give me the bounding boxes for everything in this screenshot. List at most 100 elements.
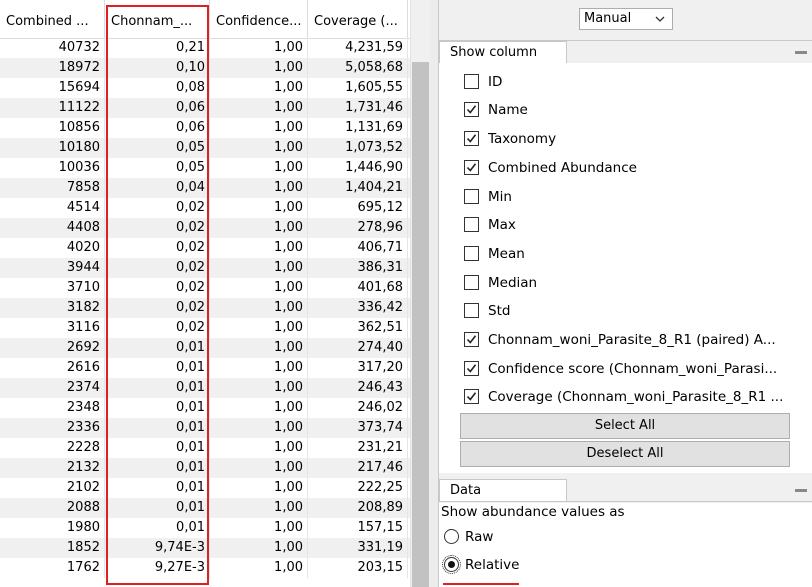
table-row[interactable]: 2692 0,01 1,00 274,40 xyxy=(0,338,410,358)
table-row[interactable]: 1980 0,01 1,00 157,15 xyxy=(0,518,410,538)
table-row[interactable]: 40732 0,21 1,00 4,231,59 xyxy=(0,38,410,58)
table-row[interactable]: 2102 0,01 1,00 222,25 xyxy=(0,478,410,498)
column-option-label: Taxonomy xyxy=(488,131,557,147)
table-row[interactable]: 2616 0,01 1,00 317,20 xyxy=(0,358,410,378)
table-row[interactable]: 7858 0,04 1,00 1,404,21 xyxy=(0,178,410,198)
table-row[interactable]: 2348 0,01 1,00 246,02 xyxy=(0,398,410,418)
checkbox[interactable] xyxy=(464,332,479,347)
cell-confidence: 1,00 xyxy=(210,278,308,298)
cell-chonnam: 0,02 xyxy=(105,198,210,218)
cell-coverage: 4,231,59 xyxy=(308,38,408,58)
column-header-coverage[interactable]: Coverage (... xyxy=(308,0,408,38)
cell-combined: 7858 xyxy=(0,178,105,198)
cell-combined: 40732 xyxy=(0,38,105,58)
table-row[interactable]: 3944 0,02 1,00 386,31 xyxy=(0,258,410,278)
mode-select[interactable]: Manual xyxy=(579,8,673,30)
focus-ring xyxy=(442,555,461,574)
checkbox[interactable] xyxy=(464,217,479,232)
select-all-button[interactable]: Select All xyxy=(460,413,790,439)
table-row[interactable]: 10036 0,05 1,00 1,446,90 xyxy=(0,158,410,178)
checkbox[interactable] xyxy=(464,246,479,261)
column-header-combined[interactable]: Combined ... xyxy=(0,0,105,38)
cell-chonnam: 9,27E-3 xyxy=(105,558,210,578)
cell-confidence: 1,00 xyxy=(210,398,308,418)
cell-chonnam: 0,05 xyxy=(105,158,210,178)
table-row[interactable]: 1852 9,74E-3 1,00 331,19 xyxy=(0,538,410,558)
table-row[interactable]: 10180 0,05 1,00 1,073,52 xyxy=(0,138,410,158)
checkbox[interactable] xyxy=(464,160,479,175)
radio-relative[interactable] xyxy=(442,554,461,576)
tab-show-column[interactable]: Show column xyxy=(439,41,567,63)
checkbox[interactable] xyxy=(464,275,479,290)
checkbox[interactable] xyxy=(464,189,479,204)
radio-relative-label[interactable]: Relative xyxy=(465,554,519,576)
table-row[interactable]: 2374 0,01 1,00 246,43 xyxy=(0,378,410,398)
collapse-icon[interactable] xyxy=(795,51,807,54)
checkmark-icon xyxy=(466,134,477,143)
cell-coverage: 331,19 xyxy=(308,538,408,558)
cell-chonnam: 0,06 xyxy=(105,98,210,118)
cell-confidence: 1,00 xyxy=(210,478,308,498)
radio-raw-circle[interactable] xyxy=(444,529,459,544)
cell-combined: 1980 xyxy=(0,518,105,538)
tab-data[interactable]: Data xyxy=(439,479,567,501)
column-header-confidence[interactable]: Confidence... xyxy=(210,0,308,38)
vertical-scrollbar[interactable] xyxy=(410,0,431,587)
cell-coverage: 157,15 xyxy=(308,518,408,538)
cell-coverage: 401,68 xyxy=(308,278,408,298)
radio-raw-label[interactable]: Raw xyxy=(465,526,493,548)
top-toolbar: Manual xyxy=(439,0,812,41)
table-row[interactable]: 2132 0,01 1,00 217,46 xyxy=(0,458,410,478)
cell-confidence: 1,00 xyxy=(210,58,308,78)
cell-confidence: 1,00 xyxy=(210,158,308,178)
column-option-label: Median xyxy=(488,275,538,291)
checkbox[interactable] xyxy=(464,131,479,146)
radio-raw[interactable] xyxy=(444,526,461,548)
column-header-chonnam[interactable]: Chonnam_... xyxy=(105,0,210,38)
cell-combined: 10856 xyxy=(0,118,105,138)
table-row[interactable]: 4408 0,02 1,00 278,96 xyxy=(0,218,410,238)
table-row[interactable]: 15694 0,08 1,00 1,605,55 xyxy=(0,78,410,98)
table-row[interactable]: 11122 0,06 1,00 1,731,46 xyxy=(0,98,410,118)
checkbox[interactable] xyxy=(464,74,479,89)
table-row[interactable]: 2336 0,01 1,00 373,74 xyxy=(0,418,410,438)
table-row[interactable]: 2088 0,01 1,00 208,89 xyxy=(0,498,410,518)
table-row[interactable]: 18972 0,10 1,00 5,058,68 xyxy=(0,58,410,78)
table-row[interactable]: 10856 0,06 1,00 1,131,69 xyxy=(0,118,410,138)
cell-chonnam: 0,01 xyxy=(105,418,210,438)
table-row[interactable]: 3182 0,02 1,00 336,42 xyxy=(0,298,410,318)
cell-coverage: 1,731,46 xyxy=(308,98,408,118)
cell-chonnam: 0,08 xyxy=(105,78,210,98)
table-row[interactable]: 3116 0,02 1,00 362,51 xyxy=(0,318,410,338)
cell-confidence: 1,00 xyxy=(210,538,308,558)
table-row[interactable]: 1762 9,27E-3 1,00 203,15 xyxy=(0,558,410,578)
cell-coverage: 362,51 xyxy=(308,318,408,338)
cell-chonnam: 9,74E-3 xyxy=(105,538,210,558)
checkbox[interactable] xyxy=(464,102,479,117)
cell-coverage: 695,12 xyxy=(308,198,408,218)
cell-combined: 1762 xyxy=(0,558,105,578)
cell-confidence: 1,00 xyxy=(210,498,308,518)
cell-chonnam: 0,01 xyxy=(105,518,210,538)
cell-confidence: 1,00 xyxy=(210,138,308,158)
scrollbar-thumb[interactable] xyxy=(412,62,429,587)
cell-chonnam: 0,04 xyxy=(105,178,210,198)
splitter[interactable] xyxy=(430,0,438,587)
table-row[interactable]: 4514 0,02 1,00 695,12 xyxy=(0,198,410,218)
checkmark-icon xyxy=(466,163,477,172)
abundance-prompt: Show abundance values as xyxy=(441,504,625,520)
cell-chonnam: 0,01 xyxy=(105,398,210,418)
show-column-tab-bar: Show column xyxy=(439,41,812,64)
checkbox[interactable] xyxy=(464,389,479,404)
cell-chonnam: 0,10 xyxy=(105,58,210,78)
table-row[interactable]: 2228 0,01 1,00 231,21 xyxy=(0,438,410,458)
table-row[interactable]: 4020 0,02 1,00 406,71 xyxy=(0,238,410,258)
cell-combined: 3944 xyxy=(0,258,105,278)
checkbox[interactable] xyxy=(464,303,479,318)
checkbox[interactable] xyxy=(464,361,479,376)
deselect-all-button[interactable]: Deselect All xyxy=(460,441,790,467)
cell-combined: 2348 xyxy=(0,398,105,418)
collapse-icon[interactable] xyxy=(795,489,807,492)
cell-confidence: 1,00 xyxy=(210,98,308,118)
table-row[interactable]: 3710 0,02 1,00 401,68 xyxy=(0,278,410,298)
